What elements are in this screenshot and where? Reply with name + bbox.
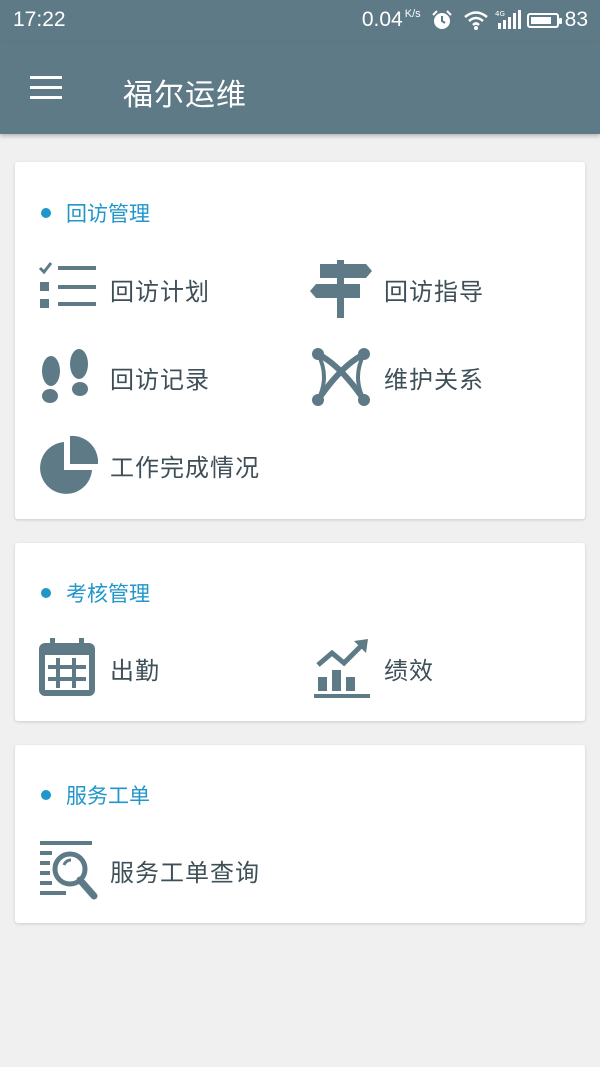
alarm-icon (431, 9, 453, 31)
network-speed-value: 0.04 (361, 8, 403, 31)
document-search-icon (36, 839, 98, 901)
menu-item-label: 回访计划 (110, 277, 210, 306)
battery-icon (526, 12, 562, 28)
menu-item-label: 维护关系 (384, 365, 484, 394)
footprints-icon (36, 346, 98, 408)
signpost-icon (310, 258, 372, 320)
section-header: 考核管理 (41, 578, 150, 608)
app-title: 福尔运维 (123, 78, 247, 113)
menu-item-label: 服务工单查询 (110, 858, 260, 887)
section-card-assessment: 考核管理 出勤 绩效 (15, 543, 585, 721)
menu-item-maintain-relation[interactable]: 维护关系 (310, 346, 484, 408)
calendar-icon (36, 637, 98, 699)
network-speed: 0.04 K/s (362, 8, 421, 32)
menu-item-service-order-query[interactable]: 服务工单查询 (36, 839, 260, 901)
status-time: 17:22 (13, 8, 66, 31)
pie-chart-icon (36, 434, 98, 496)
menu-item-label: 回访记录 (110, 365, 210, 394)
signal-4g-icon: 4G (495, 9, 521, 31)
menu-item-label: 出勤 (110, 656, 160, 685)
section-dot (41, 790, 51, 800)
menu-item-attendance[interactable]: 出勤 (36, 637, 160, 699)
growth-chart-icon (310, 637, 372, 699)
menu-item-visit-record[interactable]: 回访记录 (36, 346, 210, 408)
section-title: 服务工单 (66, 784, 150, 808)
menu-item-label: 工作完成情况 (110, 453, 260, 482)
hamburger-menu-icon[interactable] (30, 76, 62, 100)
svg-text:4G: 4G (495, 10, 505, 18)
section-card-service-order: 服务工单 服务工单查询 (15, 745, 585, 923)
network-icon (310, 346, 372, 408)
wifi-icon (463, 9, 488, 31)
battery-indicator: 83 (526, 8, 588, 32)
menu-item-label: 绩效 (384, 656, 434, 685)
status-bar: 17:22 0.04 K/s 4G 83 (0, 0, 600, 42)
section-dot (41, 588, 51, 598)
network-speed-unit: K/s (404, 8, 421, 20)
menu-item-visit-guide[interactable]: 回访指导 (310, 258, 484, 320)
menu-item-label: 回访指导 (384, 277, 484, 306)
section-title: 考核管理 (66, 582, 150, 606)
menu-item-performance[interactable]: 绩效 (310, 637, 434, 699)
status-icons: 0.04 K/s 4G 83 (362, 8, 588, 32)
section-dot (41, 208, 51, 218)
section-title: 回访管理 (66, 202, 150, 226)
menu-item-work-completion[interactable]: 工作完成情况 (36, 434, 260, 496)
app-bar: 福尔运维 (0, 42, 600, 134)
section-card-visit-management: 回访管理 回访计划 回访指导 回访记录 维护关系 工作完成情况 (15, 162, 585, 519)
section-header: 回访管理 (41, 198, 150, 228)
section-header: 服务工单 (41, 780, 150, 810)
battery-level: 83 (564, 8, 588, 31)
checklist-icon (36, 258, 98, 320)
menu-item-visit-plan[interactable]: 回访计划 (36, 258, 210, 320)
